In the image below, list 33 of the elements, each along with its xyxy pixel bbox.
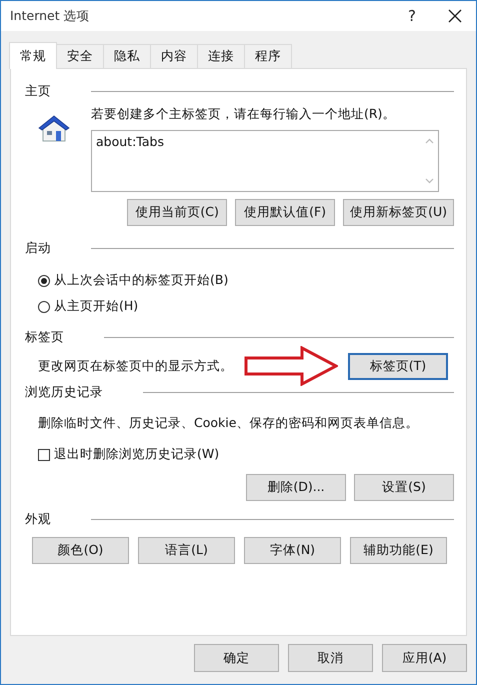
section-heading: 标签页	[25, 329, 64, 346]
history-button[interactable]: 删除(D)...	[246, 474, 346, 501]
section-heading: 主页	[25, 83, 51, 100]
dialog-button[interactable]: 应用(A)	[382, 644, 467, 672]
checkbox-label[interactable]: 退出时删除浏览历史记录(W)	[54, 446, 220, 463]
appearance-button[interactable]: 颜色(O)	[32, 537, 129, 564]
section-heading: 外观	[25, 511, 51, 528]
tab[interactable]: 常规	[9, 42, 57, 69]
dialog-button[interactable]: 确定	[194, 644, 279, 672]
radio-label[interactable]: 从主页开始(H)	[54, 298, 138, 315]
dialog-button[interactable]: 取消	[288, 644, 373, 672]
description-text: 删除临时文件、历史记录、Cookie、保存的密码和网页表单信息。	[37, 415, 420, 432]
tab[interactable]: 程序	[244, 44, 292, 68]
appearance-button[interactable]: 语言(L)	[138, 537, 235, 564]
appearance-button[interactable]: 辅助功能(E)	[350, 537, 447, 564]
close-icon[interactable]	[448, 9, 462, 23]
help-button[interactable]: ?	[408, 7, 416, 25]
tabs-button[interactable]: 标签页(T)	[348, 352, 448, 380]
radio-button[interactable]	[38, 300, 50, 312]
instruction-text: 若要创建多个主标签页，请在每行输入一个地址(R)。	[91, 106, 396, 123]
homepage-button[interactable]: 使用新标签页(U)	[343, 199, 454, 226]
checkbox[interactable]	[38, 448, 50, 460]
description-text: 更改网页在标签页中的显示方式。	[38, 358, 233, 374]
history-button[interactable]: 设置(S)	[354, 474, 454, 501]
appearance-button[interactable]: 字体(N)	[244, 537, 341, 564]
homepage-button[interactable]: 使用默认值(F)	[235, 199, 336, 226]
section-heading: 启动	[25, 240, 51, 257]
section-heading: 浏览历史记录	[25, 384, 103, 401]
window-title: Internet 选项	[10, 8, 90, 24]
radio-button[interactable]	[38, 274, 50, 286]
homepage-button[interactable]: 使用当前页(C)	[127, 199, 228, 226]
radio-label[interactable]: 从上次会话中的标签页开始(B)	[54, 272, 228, 289]
house-icon	[37, 114, 71, 142]
